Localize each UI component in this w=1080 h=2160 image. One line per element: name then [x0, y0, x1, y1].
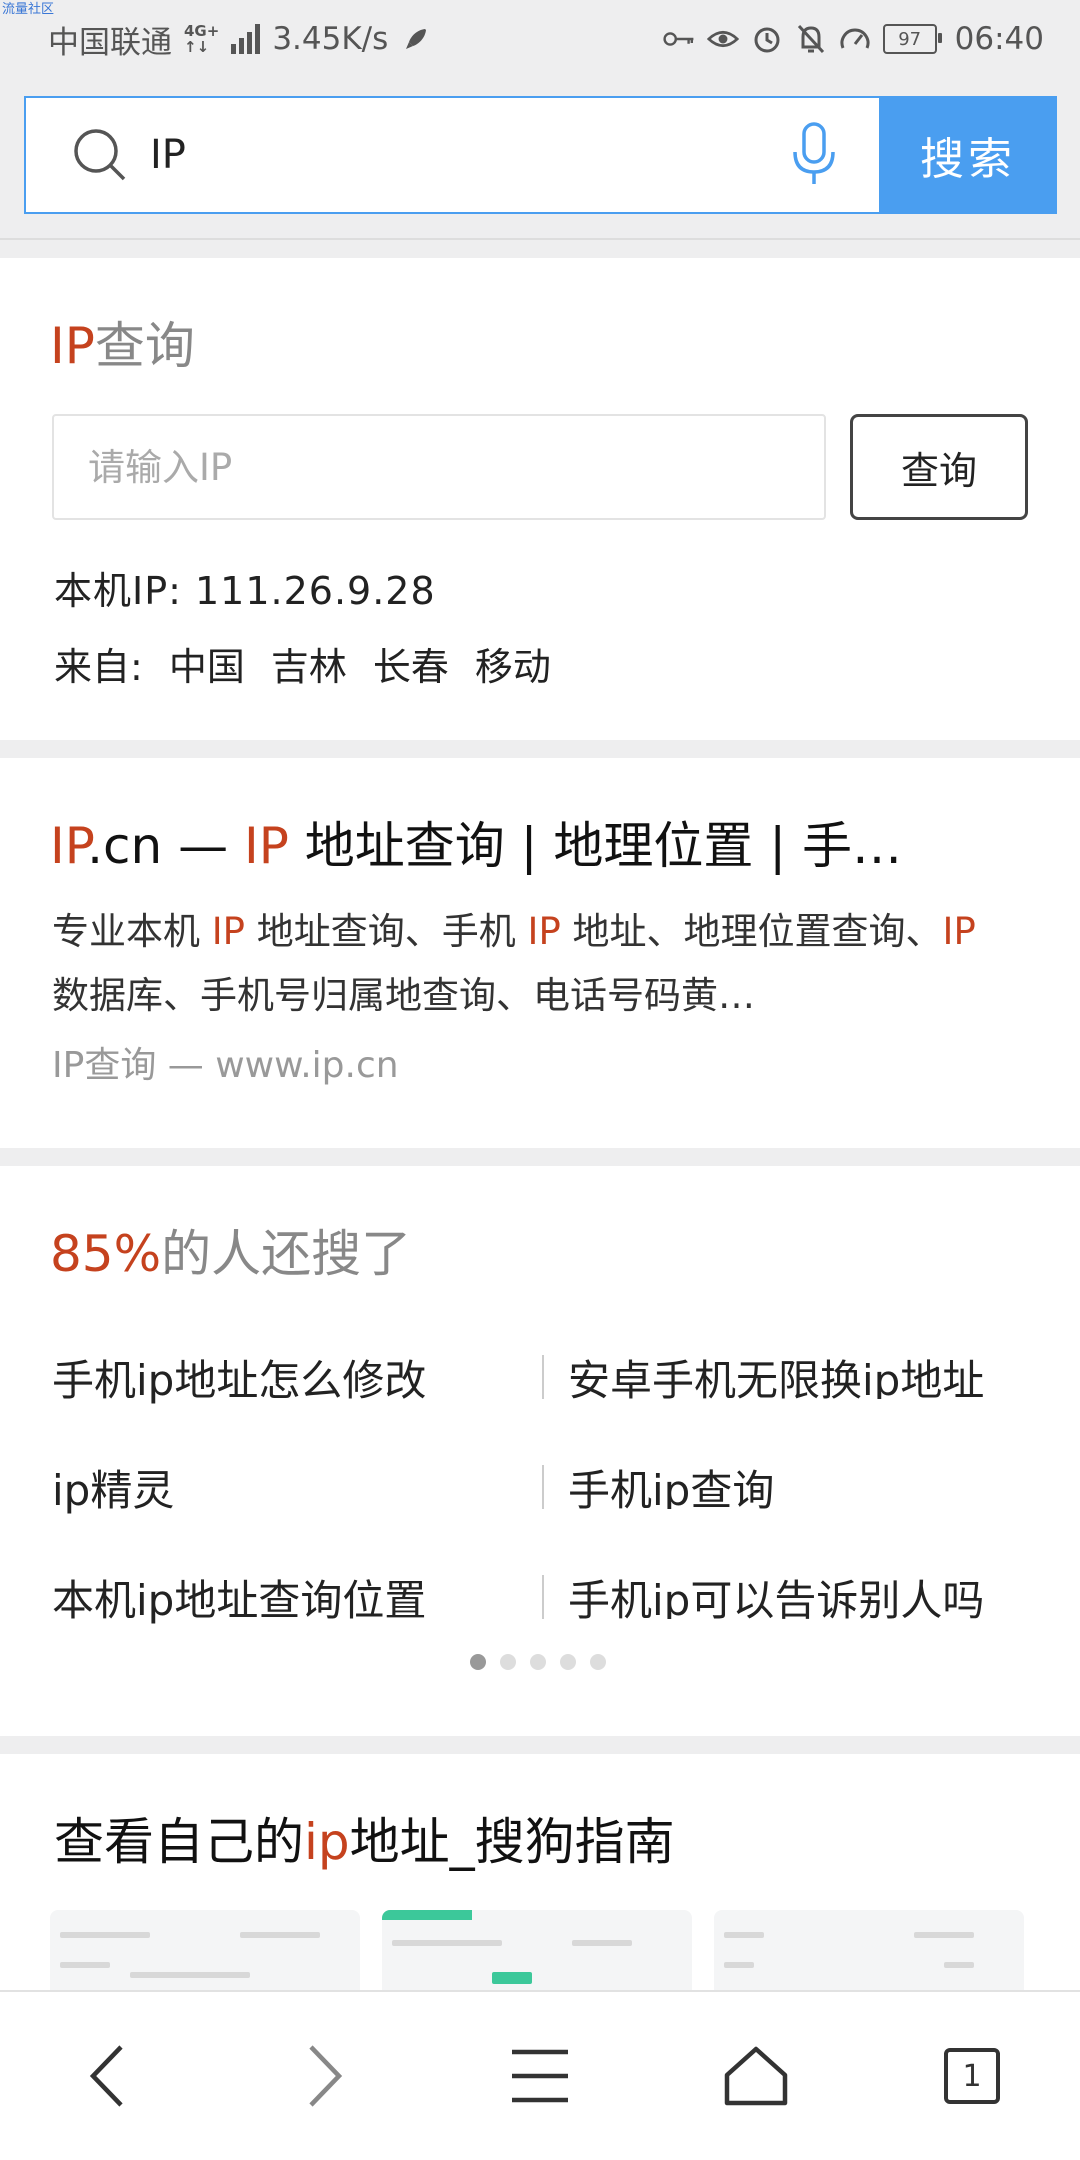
page-dot[interactable] — [470, 1654, 486, 1670]
guide-card[interactable]: 查看自己的ip地址_搜狗指南 — [0, 1754, 1080, 2000]
key-icon — [663, 23, 695, 55]
text-segment: 地址查询、手机 — [245, 910, 528, 953]
bell-off-icon — [795, 23, 827, 55]
search-result-card[interactable]: IP.cn — IP 地址查询 | 地理位置 | 手… 专业本机 IP 地址查询… — [0, 758, 1080, 1148]
highlighted-keyword: ip — [304, 1813, 350, 1871]
clock-time: 06:40 — [954, 21, 1044, 57]
tab-count-badge: 1 — [944, 2048, 1000, 2104]
related-item[interactable]: 手机ip地址怎么修改 — [52, 1347, 542, 1408]
status-bar: 中国联通 4G+ ↑↓ 3.45K/s 97 06:40 — [0, 0, 1080, 78]
highlighted-keyword: IP — [243, 817, 289, 875]
forward-button[interactable] — [264, 2016, 384, 2136]
related-item[interactable]: ip精灵 — [52, 1457, 542, 1518]
text-segment: .cn — — [87, 817, 244, 875]
tabs-button[interactable]: 1 — [912, 2016, 1032, 2136]
home-icon — [724, 2046, 788, 2106]
related-item[interactable]: 手机ip可以告诉别人吗 — [542, 1575, 1032, 1619]
thumbnail-image[interactable] — [50, 1910, 360, 2000]
signal-icon — [231, 24, 261, 54]
highlighted-keyword: IP — [211, 910, 245, 953]
back-button[interactable] — [48, 2016, 168, 2136]
highlighted-keyword: IP — [50, 817, 88, 875]
menu-icon — [512, 2049, 568, 2103]
thumbnail-image[interactable] — [382, 1910, 692, 2000]
eye-icon — [706, 23, 739, 55]
related-item[interactable]: 本机ip地址查询位置 — [52, 1567, 542, 1628]
alarm-icon — [751, 23, 783, 55]
ip-query-card: IP查询 查询 本机IP: 111.26.9.28 来自: 中国 吉林 长春 移… — [0, 258, 1080, 740]
battery-icon: 97 — [882, 24, 942, 54]
highlighted-keyword: IP — [942, 910, 976, 953]
text-segment: 地址、地理位置查询、 — [560, 910, 943, 953]
highlighted-keyword: IP — [527, 910, 561, 953]
ip-input[interactable] — [52, 414, 826, 520]
related-grid: 手机ip地址怎么修改 安卓手机无限换ip地址 ip精灵 手机ip查询 本机ip地… — [52, 1322, 1032, 1652]
text-segment: 地址_搜狗指南 — [349, 1813, 675, 1871]
page-dot[interactable] — [560, 1654, 576, 1670]
search-bar[interactable]: 搜索 — [24, 96, 1057, 214]
network-speed: 3.45K/s — [272, 21, 389, 57]
search-button[interactable]: 搜索 — [879, 96, 1057, 214]
back-arrow-icon — [89, 2045, 123, 2107]
related-title: 85%的人还搜了 — [50, 1225, 412, 1283]
forward-arrow-icon — [309, 2045, 343, 2107]
search-input[interactable] — [148, 131, 789, 179]
related-item[interactable]: 手机ip查询 — [542, 1465, 1032, 1509]
result-title-link[interactable]: IP.cn — IP 地址查询 | 地理位置 | 手… — [50, 806, 1030, 878]
text-segment: 地址查询 | 地理位置 | 手… — [288, 817, 903, 875]
local-ip-text: 本机IP: 111.26.9.28 — [54, 569, 436, 613]
carrier-name: 中国联通 — [48, 24, 172, 61]
divider — [0, 238, 1080, 240]
microphone-icon[interactable] — [789, 120, 839, 190]
text-segment: 数据库、手机号归属地查询、电话号码黄… — [52, 974, 755, 1017]
bottom-navigation: 1 — [0, 1990, 1080, 2160]
search-icon — [74, 129, 126, 181]
text-segment: 查看自己的 — [54, 1813, 304, 1871]
guide-thumbnails — [50, 1910, 1024, 2000]
ip-query-title: IP查询 — [50, 317, 195, 375]
text-segment: 专业本机 — [52, 910, 212, 953]
page-dot[interactable] — [530, 1654, 546, 1670]
page-dot[interactable] — [590, 1654, 606, 1670]
result-source: IP查询 — www.ip.cn — [52, 1045, 399, 1086]
related-item[interactable]: 安卓手机无限换ip地址 — [542, 1355, 1032, 1399]
query-button[interactable]: 查询 — [850, 414, 1028, 520]
rocket-icon — [400, 23, 432, 55]
home-button[interactable] — [696, 2016, 816, 2136]
result-description: 专业本机 IP 地址查询、手机 IP 地址、地理位置查询、IP 数据库、手机号归… — [52, 900, 1002, 1028]
thumbnail-image[interactable] — [714, 1910, 1024, 2000]
page-dot[interactable] — [500, 1654, 516, 1670]
network-type-icon: 4G+ ↑↓ — [184, 22, 220, 56]
page-indicator — [470, 1654, 606, 1670]
guide-title-link[interactable]: 查看自己的ip地址_搜狗指南 — [54, 1802, 675, 1874]
speedometer-icon — [839, 23, 871, 55]
menu-button[interactable] — [480, 2016, 600, 2136]
related-searches-card: 85%的人还搜了 手机ip地址怎么修改 安卓手机无限换ip地址 ip精灵 手机i… — [0, 1166, 1080, 1736]
ip-origin: 来自: 中国 吉林 长春 移动 — [54, 645, 551, 689]
